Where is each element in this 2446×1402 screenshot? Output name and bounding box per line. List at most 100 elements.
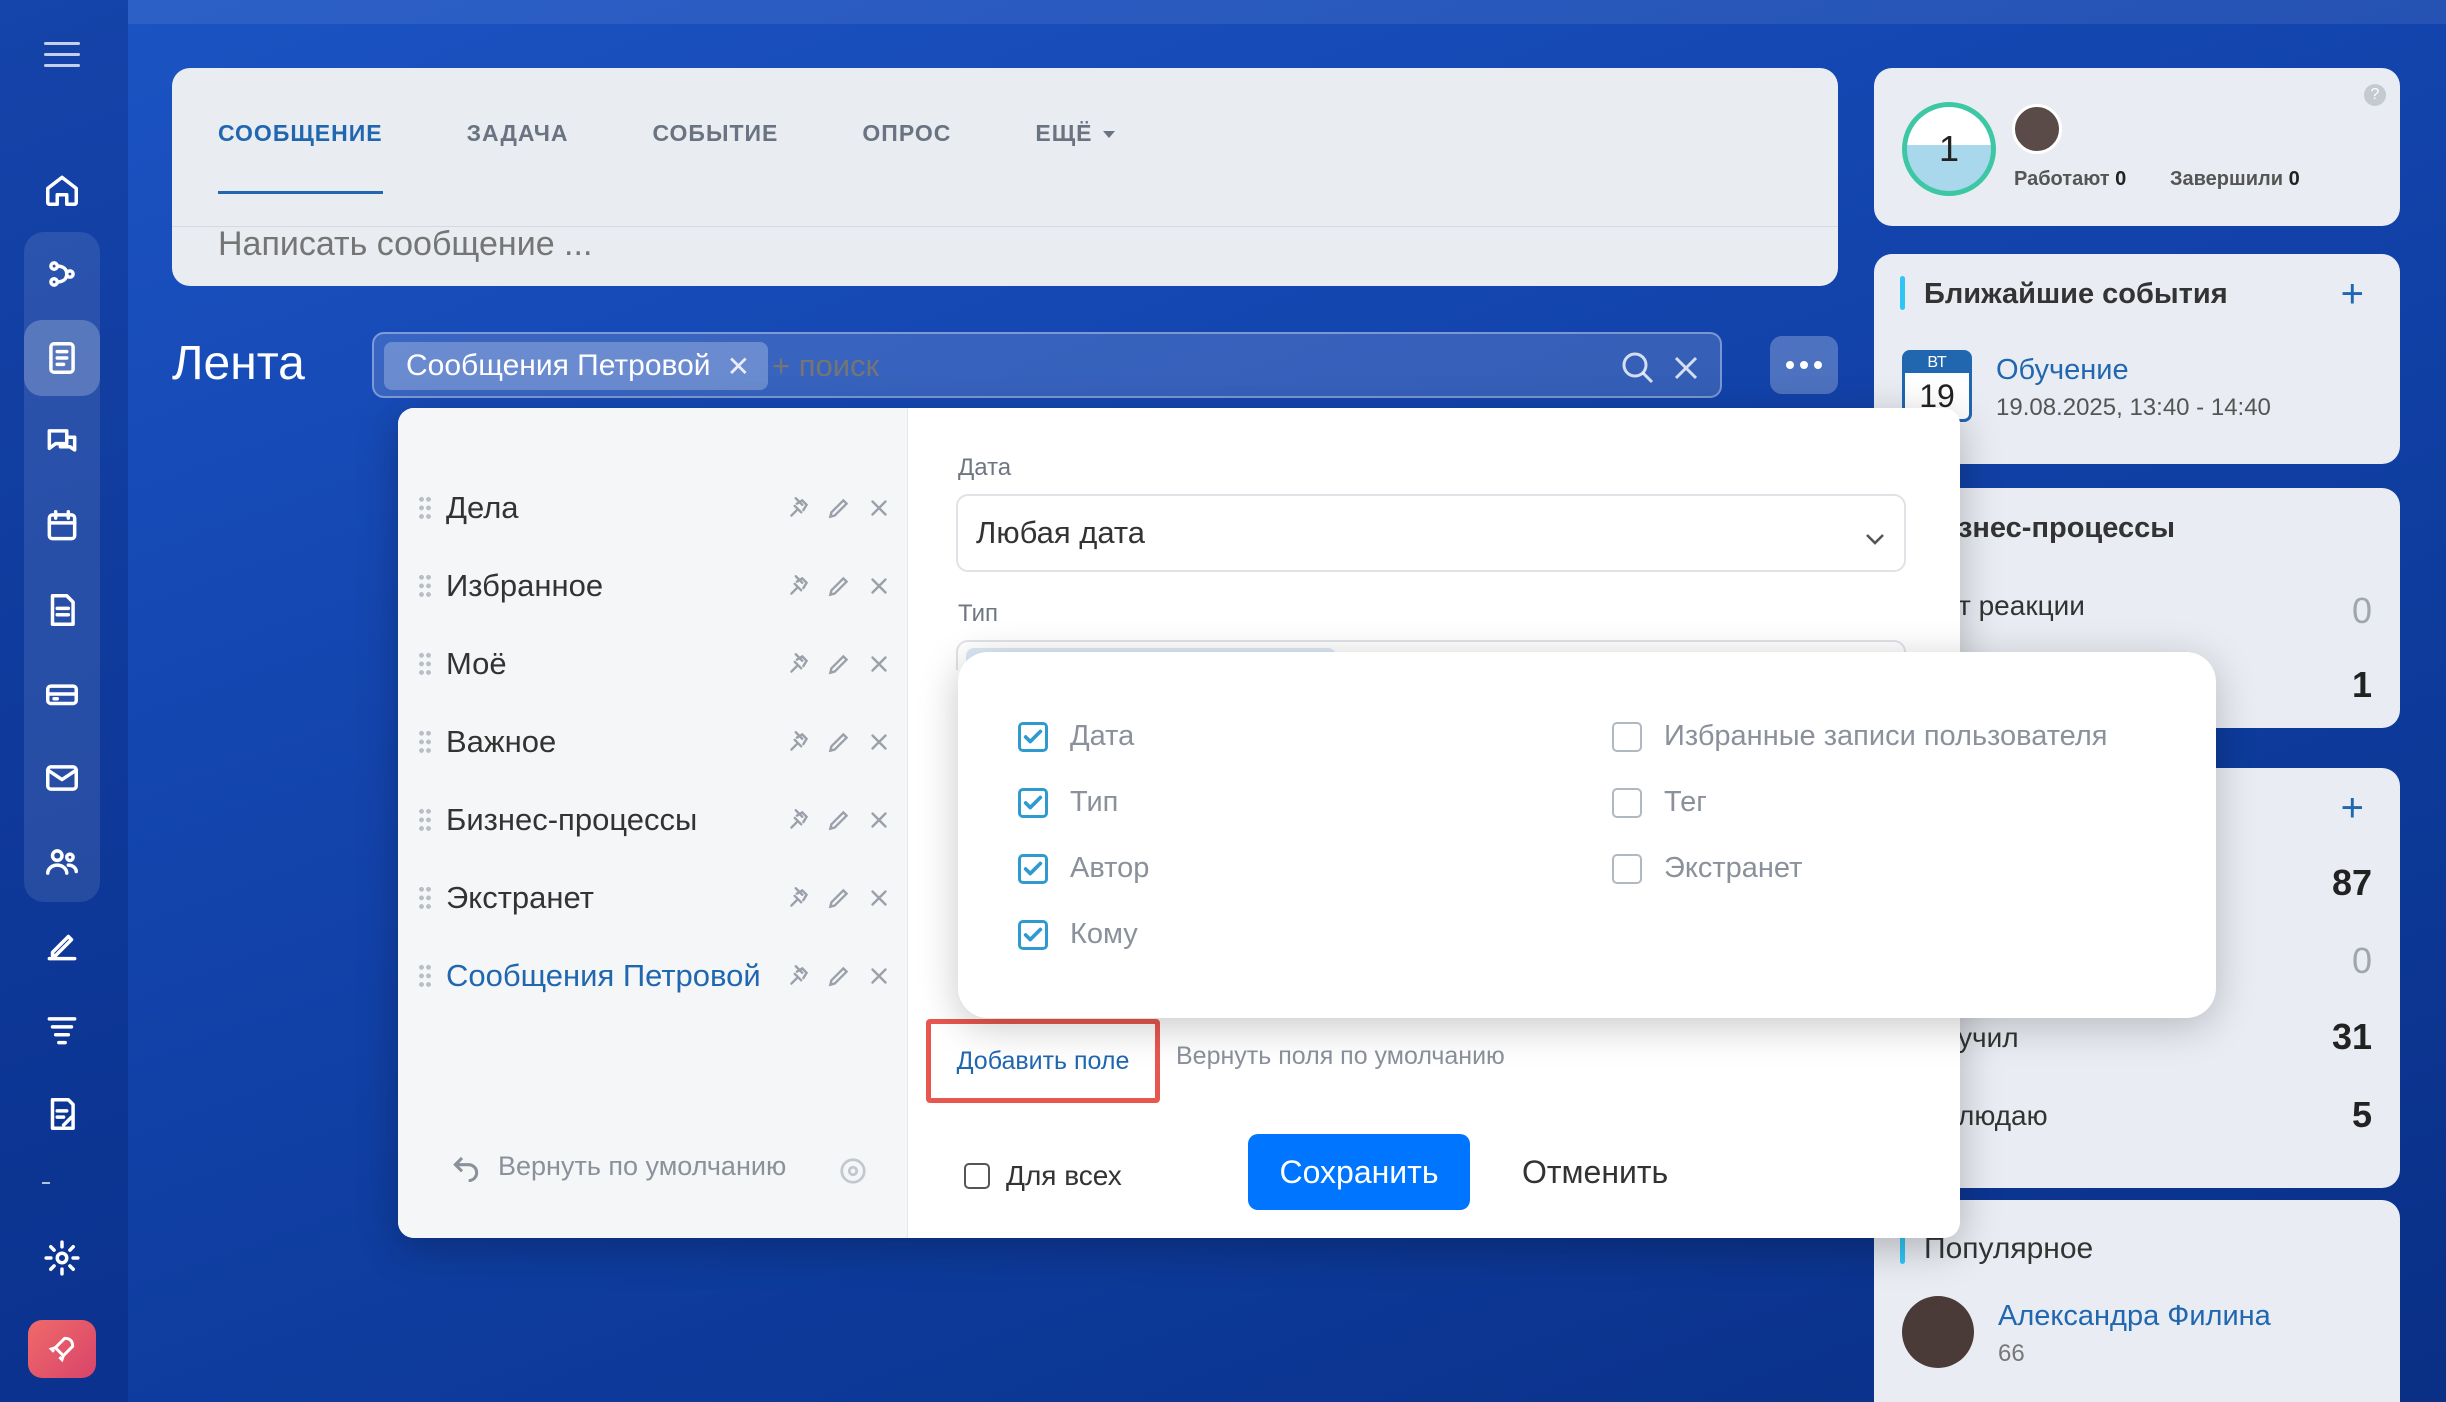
- tab-message[interactable]: СООБЩЕНИЕ: [218, 104, 383, 194]
- preset-item-active[interactable]: Сообщения Петровой: [418, 946, 892, 1006]
- field-option-to[interactable]: Кому: [1018, 918, 1138, 951]
- for-all-checkbox[interactable]: Для всех: [964, 1160, 1122, 1192]
- pin-icon[interactable]: [786, 729, 812, 755]
- help-icon[interactable]: ?: [2364, 84, 2386, 106]
- funnel-icon[interactable]: [24, 992, 100, 1068]
- preset-item[interactable]: Экстранет: [418, 868, 892, 928]
- users-icon[interactable]: [24, 824, 100, 900]
- edit-icon[interactable]: [826, 495, 852, 521]
- field-option-author[interactable]: Автор: [1018, 852, 1149, 885]
- pin-icon[interactable]: [786, 807, 812, 833]
- close-icon[interactable]: [866, 729, 892, 755]
- edit-icon[interactable]: [826, 651, 852, 677]
- event-link[interactable]: Обучение: [1996, 354, 2129, 387]
- settings-icon[interactable]: [24, 1220, 100, 1296]
- close-icon[interactable]: [866, 495, 892, 521]
- add-event-icon[interactable]: +: [2341, 274, 2364, 314]
- user-link[interactable]: Александра Филина: [1998, 1300, 2271, 1333]
- close-icon[interactable]: [866, 573, 892, 599]
- field-option-date[interactable]: Дата: [1018, 720, 1134, 753]
- rail-separator: [42, 1182, 50, 1184]
- menu-icon[interactable]: [44, 42, 80, 68]
- date-select[interactable]: Любая дата: [956, 494, 1906, 572]
- clear-icon[interactable]: [1666, 348, 1706, 388]
- pin-icon[interactable]: [786, 495, 812, 521]
- checkbox[interactable]: [1612, 787, 1642, 818]
- edit-icon[interactable]: [826, 729, 852, 755]
- close-icon[interactable]: [866, 963, 892, 989]
- field-option-type[interactable]: Тип: [1018, 786, 1118, 819]
- tab-task[interactable]: ЗАДАЧА: [467, 104, 569, 194]
- drag-handle-icon[interactable]: [418, 651, 432, 677]
- settings-icon[interactable]: [838, 1156, 868, 1186]
- field-option-extranet[interactable]: Экстранет: [1612, 852, 1802, 885]
- tab-event[interactable]: СОБЫТИЕ: [653, 104, 779, 194]
- preset-item[interactable]: Важное: [418, 712, 892, 772]
- more-button[interactable]: [1770, 336, 1838, 394]
- drag-handle-icon[interactable]: [418, 573, 432, 599]
- bp-row[interactable]: т реакции 0: [1958, 590, 2372, 632]
- add-task-icon[interactable]: +: [2341, 788, 2364, 828]
- edit-icon[interactable]: [826, 807, 852, 833]
- calendar-icon[interactable]: [24, 488, 100, 564]
- rocket-icon[interactable]: [28, 1320, 96, 1378]
- field-option-tag[interactable]: Тег: [1612, 786, 1707, 819]
- mail-icon[interactable]: [24, 740, 100, 816]
- tasks-row[interactable]: учил 31: [1958, 1016, 2372, 1058]
- search-input[interactable]: [772, 348, 1372, 384]
- preset-item[interactable]: Бизнес-процессы: [418, 790, 892, 850]
- drag-handle-icon[interactable]: [418, 729, 432, 755]
- message-input[interactable]: [218, 196, 1718, 292]
- filter-chip[interactable]: Сообщения Петровой ✕: [384, 342, 769, 390]
- search-icon[interactable]: [1618, 348, 1658, 388]
- document-icon[interactable]: [24, 572, 100, 648]
- pin-icon[interactable]: [786, 651, 812, 677]
- close-icon[interactable]: [866, 651, 892, 677]
- caret-down-icon: [1102, 131, 1115, 139]
- add-field-button[interactable]: Добавить поле: [926, 1019, 1160, 1103]
- chat-icon[interactable]: [24, 404, 100, 480]
- pin-icon[interactable]: [786, 963, 812, 989]
- cancel-button[interactable]: Отменить: [1522, 1154, 1668, 1191]
- drag-handle-icon[interactable]: [418, 807, 432, 833]
- field-option-favorites[interactable]: Избранные записи пользователя: [1612, 720, 2107, 753]
- filter-search-bar[interactable]: Сообщения Петровой ✕: [372, 332, 1722, 398]
- checkbox[interactable]: [1612, 853, 1642, 884]
- close-icon[interactable]: [866, 807, 892, 833]
- checkbox-checked[interactable]: [1018, 721, 1048, 752]
- task-doc-icon[interactable]: [24, 1076, 100, 1152]
- home-icon[interactable]: [24, 152, 100, 228]
- avatar[interactable]: [2012, 104, 2062, 154]
- preset-item[interactable]: Моё: [418, 634, 892, 694]
- restore-fields-link[interactable]: Вернуть поля по умолчанию: [1176, 1042, 1505, 1071]
- drag-handle-icon[interactable]: [418, 495, 432, 521]
- tasks-row[interactable]: людаю 5: [1958, 1094, 2372, 1136]
- automation-icon[interactable]: [24, 236, 100, 312]
- restore-default-button[interactable]: Вернуть по умолчанию: [450, 1150, 786, 1182]
- pin-icon[interactable]: [786, 885, 812, 911]
- checkbox-checked[interactable]: [1018, 919, 1048, 950]
- drag-handle-icon[interactable]: [418, 885, 432, 911]
- edit-icon[interactable]: [826, 573, 852, 599]
- edit-icon[interactable]: [826, 885, 852, 911]
- drive-icon[interactable]: [24, 656, 100, 732]
- save-button[interactable]: Сохранить: [1248, 1134, 1470, 1210]
- tab-more[interactable]: ЕЩЁ: [1035, 104, 1115, 194]
- tab-poll[interactable]: ОПРОС: [862, 104, 951, 194]
- preset-list: Дела Избранное Моё Важное Бизнес-процесс…: [398, 408, 908, 1238]
- preset-item[interactable]: Избранное: [418, 556, 892, 616]
- checkbox-checked[interactable]: [1018, 853, 1048, 884]
- checkbox[interactable]: [1612, 721, 1642, 752]
- sign-icon[interactable]: [24, 908, 100, 984]
- edit-icon[interactable]: [826, 963, 852, 989]
- preset-item[interactable]: Дела: [418, 478, 892, 538]
- avatar[interactable]: [1902, 1296, 1974, 1368]
- close-icon[interactable]: [866, 885, 892, 911]
- drag-handle-icon[interactable]: [418, 963, 432, 989]
- checkbox[interactable]: [964, 1163, 990, 1189]
- chip-close-icon[interactable]: ✕: [727, 350, 750, 383]
- checkbox-checked[interactable]: [1018, 787, 1048, 818]
- workday-counter[interactable]: 1: [1902, 102, 1996, 196]
- pin-icon[interactable]: [786, 573, 812, 599]
- feed-icon[interactable]: [24, 320, 100, 396]
